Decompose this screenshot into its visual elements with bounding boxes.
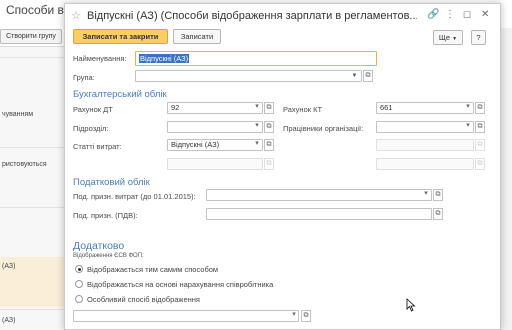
radio-employee-accrual[interactable] <box>75 280 83 288</box>
open-icon: ⧉ <box>264 158 274 170</box>
save-and-close-button[interactable]: Записати та закрити <box>73 29 168 44</box>
dropdown-arrow-icon[interactable]: ▾ <box>463 121 473 133</box>
list-item[interactable]: ристовуються <box>0 161 70 168</box>
list-item-selected[interactable]: (АЗ) <box>0 257 70 307</box>
name-input[interactable]: Відпускні (АЗ) <box>135 51 377 66</box>
name-value: Відпускні (АЗ) <box>139 54 190 63</box>
more-button-label: Ще <box>438 33 451 42</box>
open-icon[interactable]: ⧉ <box>264 102 274 114</box>
dropdown-arrow-icon[interactable]: ▼ <box>350 72 359 81</box>
open-icon[interactable]: ⧉ <box>433 208 443 220</box>
tax-section-title: Податковий облік <box>73 177 150 188</box>
list-item[interactable]: чуванням <box>0 111 70 118</box>
list-item[interactable]: (АЗ) <box>0 317 70 324</box>
row-divider <box>0 309 70 310</box>
group-label: Група: <box>73 73 95 82</box>
background-list: чуванням ристовуються (АЗ) (АЗ) <box>0 46 70 330</box>
open-icon[interactable]: ⧉ <box>433 189 443 201</box>
debit-account-value: 92 <box>171 103 180 112</box>
radio-same-way[interactable] <box>75 265 83 273</box>
radio-special-way[interactable] <box>75 295 83 303</box>
dropdown-arrow-icon[interactable]: ▾ <box>289 310 299 322</box>
open-icon[interactable]: ⧉ <box>264 139 274 151</box>
expenses-input[interactable]: Відпускні (АЗ) <box>167 139 263 151</box>
employees-input[interactable] <box>376 121 474 133</box>
dropdown-arrow-icon[interactable]: ▾ <box>252 102 262 114</box>
dialog-title-bar: ☆ Відпускні (АЗ) (Способи відображення з… <box>65 4 500 28</box>
row-divider <box>0 207 70 208</box>
debit-account-input[interactable]: 92 <box>167 102 263 114</box>
open-icon: ⧉ <box>475 139 485 151</box>
special-way-input[interactable] <box>73 310 299 322</box>
esv-label: Відображення ЄСВ ФОП: <box>73 253 144 259</box>
row-divider <box>0 147 70 148</box>
open-icon[interactable]: ⧉ <box>475 121 485 133</box>
row-divider <box>0 57 70 58</box>
analytics-1-input <box>376 139 474 151</box>
accounting-section-title: Бухгалтерський облік <box>73 89 167 100</box>
dropdown-arrow-icon[interactable]: ▾ <box>252 121 262 133</box>
save-button[interactable]: Записати <box>173 29 221 44</box>
radio-special-way-label: Особливий спосіб відображення <box>87 295 200 304</box>
open-icon: ⧉ <box>475 158 485 170</box>
background-toolbar: Створити групу <box>0 28 70 46</box>
division-input[interactable] <box>167 121 263 133</box>
maximize-icon[interactable]: ☐ <box>463 10 471 20</box>
help-button[interactable]: ? <box>471 30 486 45</box>
background-scrollbar[interactable] <box>500 28 512 330</box>
open-icon[interactable]: ⧉ <box>363 70 373 82</box>
expenses-label: Статті витрат: <box>73 142 122 151</box>
more-button[interactable]: Ще ▼ <box>433 30 463 45</box>
vat-purpose-input[interactable] <box>206 208 432 220</box>
expenses-value: Відпускні (АЗ) <box>171 140 220 149</box>
favorite-star-icon[interactable]: ☆ <box>71 9 81 22</box>
radio-same-way-label: Відображається тим самим способом <box>87 265 219 274</box>
employees-label: Працівники організації: <box>283 124 364 133</box>
extra-section-title: Додатково <box>73 240 125 252</box>
chevron-down-icon: ▼ <box>452 36 458 42</box>
vat-purpose-label: Под. призн. (ПДВ): <box>73 211 138 220</box>
link-icon[interactable]: 🔗 <box>427 10 439 20</box>
close-icon[interactable]: ✕ <box>481 10 489 20</box>
division-label: Підрозділ: <box>73 124 109 133</box>
credit-account-value: 661 <box>380 103 393 112</box>
tax-purpose-label: Под. призн. витрат (до 01.01.2015): <box>73 192 196 201</box>
open-icon[interactable]: ⧉ <box>301 310 311 322</box>
open-icon[interactable]: ⧉ <box>264 121 274 133</box>
tax-purpose-input[interactable] <box>206 189 432 201</box>
mouse-cursor-icon <box>406 298 416 312</box>
credit-account-label: Рахунок КТ <box>283 105 323 114</box>
open-icon[interactable]: ⧉ <box>475 102 485 114</box>
dialog-title: Відпускні (АЗ) (Способи відображення зар… <box>87 10 417 22</box>
dropdown-arrow-icon[interactable]: ▾ <box>463 102 473 114</box>
credit-account-input[interactable]: 661 <box>376 102 474 114</box>
analytics-3-input <box>376 158 474 170</box>
dropdown-arrow-icon[interactable]: ▾ <box>252 139 262 151</box>
group-input[interactable]: ▼ <box>135 70 362 82</box>
name-label: Найменування: <box>73 54 127 63</box>
more-menu-icon[interactable]: ⋮ <box>445 10 455 20</box>
analytics-2-input <box>167 158 263 170</box>
debit-account-label: Рахунок ДТ <box>73 105 113 114</box>
edit-dialog: ☆ Відпускні (АЗ) (Способи відображення з… <box>64 3 501 330</box>
radio-employee-accrual-label: Відображається на основі нарахування спі… <box>87 280 274 289</box>
dropdown-arrow-icon[interactable]: ▾ <box>421 189 431 201</box>
create-group-button[interactable]: Створити групу <box>0 29 62 44</box>
